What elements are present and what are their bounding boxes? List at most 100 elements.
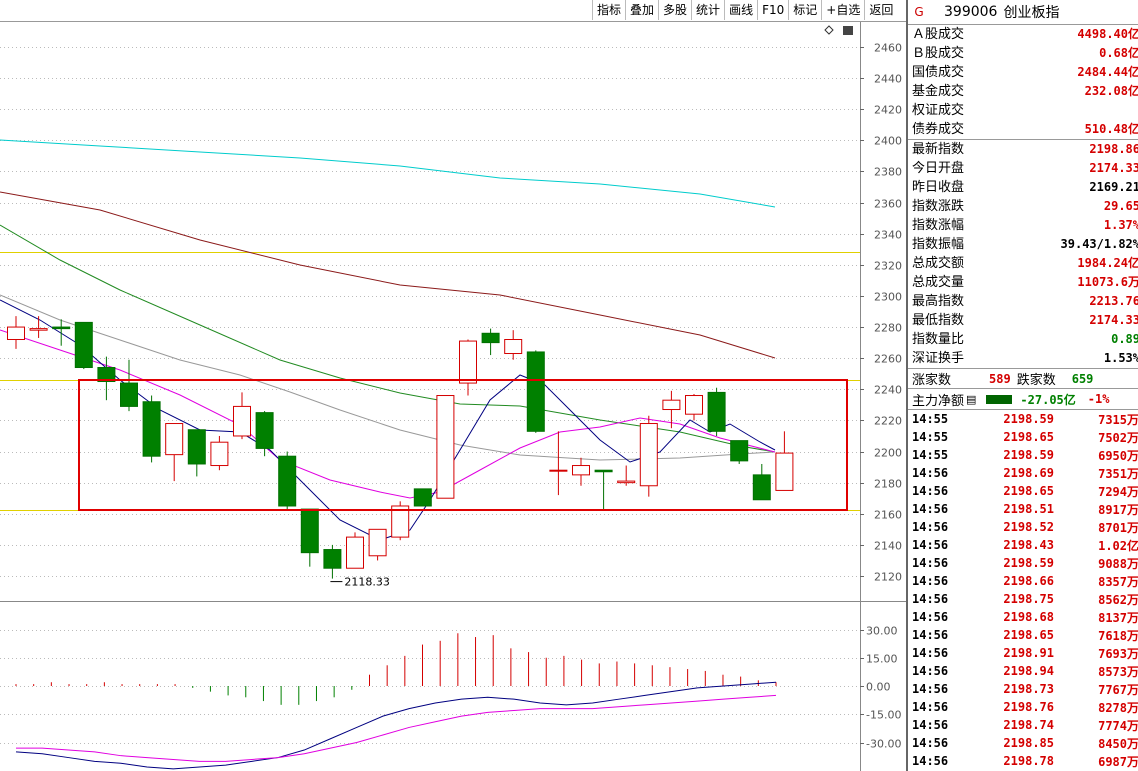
- y-tick-label: 2340: [874, 229, 902, 242]
- tick-volume: 8917万: [1098, 502, 1138, 517]
- y-tick-label: 2220: [874, 415, 902, 428]
- tick-volume: 8450万: [1098, 736, 1138, 751]
- tick-price: 2198.76: [1003, 700, 1054, 714]
- tick-row: 14:56 2198.65 7618万: [908, 626, 1138, 644]
- tick-time: 14:55: [912, 448, 949, 462]
- stat-label: 最新指数: [912, 142, 965, 157]
- candle-body: [707, 391, 726, 432]
- toolbar-button[interactable]: 标记: [788, 0, 821, 20]
- candle-body: [233, 405, 251, 437]
- toolbar-button[interactable]: F10: [757, 0, 788, 20]
- candle-body: [572, 465, 590, 476]
- stat-label: 指数振幅: [912, 237, 965, 252]
- stat-row: Ａ股成交 4498.40亿: [908, 25, 1138, 44]
- candle-body: [346, 536, 364, 569]
- tick-volume: 1.02亿: [1098, 538, 1138, 553]
- candle-body: [685, 395, 703, 415]
- y-tick-label: 2320: [874, 260, 902, 273]
- tick-row: 14:56 2198.73 7767万: [908, 680, 1138, 698]
- index-name: 创业板指: [1003, 5, 1060, 21]
- tick-price: 2198.73: [1003, 682, 1054, 696]
- tick-price: 2198.59: [1003, 448, 1054, 462]
- tick-row: 14:56 2198.78 6987万: [908, 752, 1138, 770]
- sub-y-tick-label: 0.00: [866, 681, 891, 694]
- y-tick-label: 2120: [874, 571, 902, 584]
- candle-body: [210, 441, 229, 467]
- candle-body: [730, 440, 749, 462]
- decline-count: 659: [1071, 371, 1094, 386]
- candle-body: [7, 326, 25, 341]
- panel-header: G 399006 创业板指: [908, 0, 1138, 25]
- candle-body: [300, 508, 319, 554]
- candle-body: [617, 480, 636, 484]
- stat-value: 29.65: [1103, 199, 1138, 213]
- stat-value: 2174.33: [1089, 161, 1138, 175]
- toolbar-button[interactable]: 多股: [658, 0, 691, 20]
- toolbar-button[interactable]: 返回: [864, 0, 897, 20]
- candle-body: [120, 382, 138, 407]
- stat-label: 债券成交: [912, 122, 965, 137]
- toolbar-button[interactable]: 指标: [592, 0, 625, 20]
- tick-row: 14:55 2198.59 6950万: [908, 446, 1138, 464]
- toolbar-button[interactable]: 画线: [724, 0, 757, 20]
- main-force-bar: [986, 394, 1013, 404]
- chart-toolbar: 指标 叠加 多股 统计 画线 F10 标记 +自选 返回: [592, 0, 898, 22]
- tick-volume: 8278万: [1098, 700, 1138, 715]
- tick-row: 14:56 2198.94 8573万: [908, 662, 1138, 680]
- turnover-section: Ａ股成交 4498.40亿 Ｂ股成交 0.68亿 国债成交 2484.44亿 基金成交 232…: [908, 25, 1138, 139]
- tick-price: 2198.66: [1003, 574, 1054, 588]
- tick-volume: 6987万: [1098, 754, 1138, 769]
- candle-body: [459, 340, 477, 384]
- tick-volume: 8573万: [1098, 664, 1138, 679]
- ma-cyan-line: [0, 139, 776, 208]
- candle-body: [549, 469, 568, 472]
- stat-row: 指数涨幅 1.37%: [908, 216, 1138, 235]
- advance-label: 涨家数: [912, 373, 952, 388]
- tick-volume: 8562万: [1098, 592, 1138, 607]
- stat-label: Ｂ股成交: [912, 46, 965, 61]
- diamond-icon: [824, 25, 834, 35]
- stat-row: 权证成交: [908, 101, 1138, 120]
- toolbar-button[interactable]: +自选: [821, 0, 864, 20]
- candle-body: [187, 429, 206, 465]
- candle-body: [436, 395, 455, 499]
- stat-row: 最低指数 2174.33: [908, 311, 1138, 330]
- y-tick-label: 2380: [874, 166, 902, 179]
- price-chart[interactable]: 2460 2440 2420 2400 2380 2360 2340 2320 2300 2280…: [0, 0, 906, 771]
- y-tick-label: 2400: [874, 135, 902, 148]
- stat-value: 2198.86: [1089, 142, 1138, 156]
- tick-row: 14:56 2198.85 8450万: [908, 734, 1138, 752]
- tick-price: 2198.59: [1003, 412, 1054, 426]
- list-icon[interactable]: ▤: [966, 393, 976, 406]
- stat-row: 最高指数 2213.76: [908, 292, 1138, 311]
- tick-time: 14:56: [912, 646, 949, 660]
- main-force-row: 主力净额 ▤ -27.05亿 -1%: [908, 388, 1138, 410]
- stat-row: 昨日收盘 2169.21: [908, 178, 1138, 197]
- tick-price: 2198.43: [1003, 538, 1054, 552]
- tick-price: 2198.68: [1003, 610, 1054, 624]
- stat-row: 总成交额 1984.24亿: [908, 254, 1138, 273]
- stat-value: 39.43/1.82%: [1060, 237, 1138, 251]
- stat-label: 指数量比: [912, 332, 965, 347]
- candle-body: [662, 399, 681, 411]
- y-tick-label: 2420: [874, 104, 902, 117]
- stat-value: 1.37%: [1103, 218, 1138, 232]
- tick-volume: 7618万: [1098, 628, 1138, 643]
- stat-label: 基金成交: [912, 84, 965, 99]
- candle-body: [639, 423, 658, 487]
- tick-row: 14:56 2198.43 1.02亿: [908, 536, 1138, 554]
- candle-body: [74, 321, 93, 369]
- advance-decline-row: 涨家数 589 跌家数 659: [908, 368, 1138, 388]
- tick-row: 14:56 2198.52 8701万: [908, 518, 1138, 536]
- toolbar-button[interactable]: 统计: [691, 0, 724, 20]
- toolbar-button[interactable]: 叠加: [625, 0, 658, 20]
- candle-body: [504, 339, 523, 355]
- candle-body: [413, 488, 432, 507]
- stat-label: 深证换手: [912, 351, 965, 366]
- tick-row: 14:56 2198.66 8357万: [908, 572, 1138, 590]
- stat-row: 今日开盘 2174.33: [908, 159, 1138, 178]
- main-force-pct: -1%: [1087, 392, 1110, 406]
- tick-row: 14:56 2198.69 7351万: [908, 464, 1138, 482]
- stat-row: 最新指数 2198.86: [908, 140, 1138, 159]
- stat-row: 指数量比 0.89: [908, 330, 1138, 349]
